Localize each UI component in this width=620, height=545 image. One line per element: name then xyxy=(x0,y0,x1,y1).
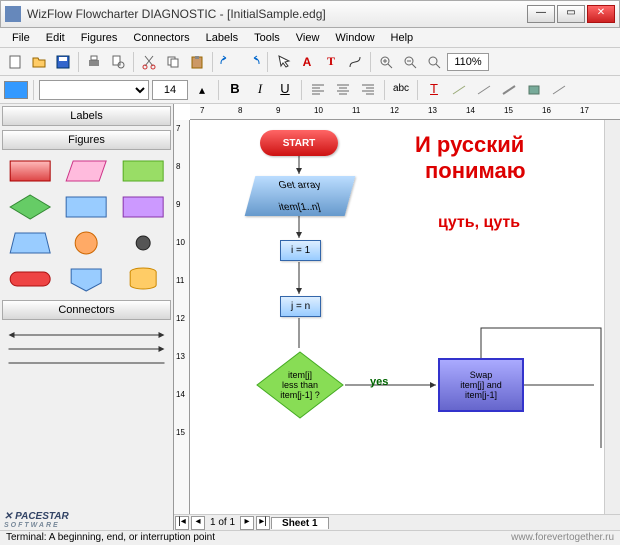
line-style-4[interactable] xyxy=(548,79,570,101)
canvas[interactable]: START Get arrayitem[1..n] i = 1 j = n it… xyxy=(190,120,604,514)
text-russian-1[interactable]: И русский xyxy=(415,132,524,158)
statusbar: Terminal: A beginning, end, or interrupt… xyxy=(0,530,620,545)
copy-button[interactable] xyxy=(162,51,184,73)
shape-circle-orange[interactable] xyxy=(60,228,112,258)
align-center-button[interactable] xyxy=(332,79,354,101)
shape-rect-blue[interactable] xyxy=(60,192,112,222)
new-button[interactable] xyxy=(4,51,26,73)
figures-panel-header[interactable]: Figures xyxy=(2,130,171,150)
page-indicator: 1 of 1 xyxy=(206,517,239,528)
scrollbar-vertical[interactable] xyxy=(604,120,620,514)
font-select[interactable] xyxy=(39,80,149,100)
titlebar: WizFlow Flowcharter DIAGNOSTIC - [Initia… xyxy=(0,0,620,28)
status-text: Terminal: A beginning, end, or interrupt… xyxy=(6,532,511,544)
connector-tool[interactable] xyxy=(344,51,366,73)
ruler-horizontal: 7891011121314151617 xyxy=(190,104,620,120)
node-i-eq-1[interactable]: i = 1 xyxy=(280,240,321,261)
text-russian-3[interactable]: цуть, цуть xyxy=(438,214,520,232)
font-size-input[interactable] xyxy=(152,80,188,100)
menu-help[interactable]: Help xyxy=(383,30,422,46)
sheet-next-button[interactable]: ▸ xyxy=(240,516,254,530)
close-button[interactable]: ✕ xyxy=(587,5,615,23)
connector-line[interactable] xyxy=(6,356,167,370)
node-start[interactable]: START xyxy=(260,130,338,156)
sheet-prev-button[interactable]: ◂ xyxy=(191,516,205,530)
node-decision[interactable]: item[j]less thanitem[j-1] ? xyxy=(255,350,345,420)
pointer-tool[interactable] xyxy=(272,51,294,73)
menu-window[interactable]: Window xyxy=(327,30,382,46)
redo-button[interactable] xyxy=(241,51,263,73)
fill-color-picker[interactable] xyxy=(4,81,28,99)
align-left-button[interactable] xyxy=(307,79,329,101)
menu-figures[interactable]: Figures xyxy=(73,30,126,46)
font-size-up[interactable]: ▴ xyxy=(191,79,213,101)
shape-rect-purple[interactable] xyxy=(117,192,169,222)
undo-button[interactable] xyxy=(217,51,239,73)
print-button[interactable] xyxy=(83,51,105,73)
cut-button[interactable] xyxy=(138,51,160,73)
menu-labels[interactable]: Labels xyxy=(198,30,246,46)
format-toolbar: ▴ B I U abc T xyxy=(0,76,620,104)
zoom-out-button[interactable] xyxy=(399,51,421,73)
window-title: WizFlow Flowcharter DIAGNOSTIC - [Initia… xyxy=(27,7,527,21)
connector-arrow-both[interactable] xyxy=(6,328,167,342)
open-button[interactable] xyxy=(28,51,50,73)
sheet-first-button[interactable]: |◂ xyxy=(175,516,189,530)
menu-connectors[interactable]: Connectors xyxy=(125,30,197,46)
italic-button[interactable]: I xyxy=(249,79,271,101)
sheet-bar: |◂ ◂ 1 of 1 ▸ ▸| Sheet 1 xyxy=(174,514,620,530)
label-yes[interactable]: yes xyxy=(370,376,388,388)
app-icon xyxy=(5,6,21,22)
menu-edit[interactable]: Edit xyxy=(38,30,73,46)
menu-view[interactable]: View xyxy=(288,30,328,46)
shape-rect-red[interactable] xyxy=(4,156,56,186)
zoom-in-button[interactable] xyxy=(375,51,397,73)
node-swap[interactable]: Swapitem[j] anditem[j-1] xyxy=(438,358,524,412)
text-tool[interactable]: A xyxy=(296,51,318,73)
align-right-button[interactable] xyxy=(357,79,379,101)
shape-rect-green[interactable] xyxy=(117,156,169,186)
figures-palette xyxy=(0,152,173,298)
save-button[interactable] xyxy=(52,51,74,73)
line-style-1[interactable] xyxy=(448,79,470,101)
underline-button[interactable]: U xyxy=(274,79,296,101)
abc-button[interactable]: abc xyxy=(390,79,412,101)
shape-offpage[interactable] xyxy=(60,264,112,294)
bold-button[interactable]: B xyxy=(224,79,246,101)
node-get-array[interactable]: Get arrayitem[1..n] xyxy=(245,176,356,216)
shape-cylinder[interactable] xyxy=(117,264,169,294)
connector-arrow-right[interactable] xyxy=(6,342,167,356)
fill-style[interactable] xyxy=(523,79,545,101)
print-preview-button[interactable] xyxy=(107,51,129,73)
watermark: www.forevertogether.ru xyxy=(511,532,614,544)
brand-logo: ✕ PACESTAR SOFTWARE xyxy=(4,511,69,529)
shape-pill[interactable] xyxy=(4,264,56,294)
node-j-eq-n[interactable]: j = n xyxy=(280,296,321,317)
minimize-button[interactable]: — xyxy=(527,5,555,23)
ruler-vertical: 789101112131415 xyxy=(174,120,190,514)
sheet-last-button[interactable]: ▸| xyxy=(256,516,270,530)
labels-panel-header[interactable]: Labels xyxy=(2,106,171,126)
paste-button[interactable] xyxy=(186,51,208,73)
line-style-2[interactable] xyxy=(473,79,495,101)
zoom-fit-button[interactable] xyxy=(423,51,445,73)
line-style-3[interactable] xyxy=(498,79,520,101)
connectors-panel-header[interactable]: Connectors xyxy=(2,300,171,320)
sheet-tab[interactable]: Sheet 1 xyxy=(271,517,329,529)
sidebar: Labels Figures Connectors ✕ PACESTAR SOF… xyxy=(0,104,174,530)
text-color-button[interactable]: T xyxy=(423,79,445,101)
connectors-palette xyxy=(0,322,173,376)
main-toolbar: A T xyxy=(0,48,620,76)
shape-trapezoid[interactable] xyxy=(4,228,56,258)
zoom-input[interactable] xyxy=(447,53,489,71)
menu-file[interactable]: File xyxy=(4,30,38,46)
shape-circle-small[interactable] xyxy=(117,228,169,258)
menubar: File Edit Figures Connectors Labels Tool… xyxy=(0,28,620,48)
maximize-button[interactable]: ▭ xyxy=(557,5,585,23)
menu-tools[interactable]: Tools xyxy=(246,30,288,46)
text-russian-2[interactable]: понимаю xyxy=(425,158,526,184)
text-tool-2[interactable]: T xyxy=(320,51,342,73)
shape-parallelogram[interactable] xyxy=(60,156,112,186)
shape-diamond[interactable] xyxy=(4,192,56,222)
